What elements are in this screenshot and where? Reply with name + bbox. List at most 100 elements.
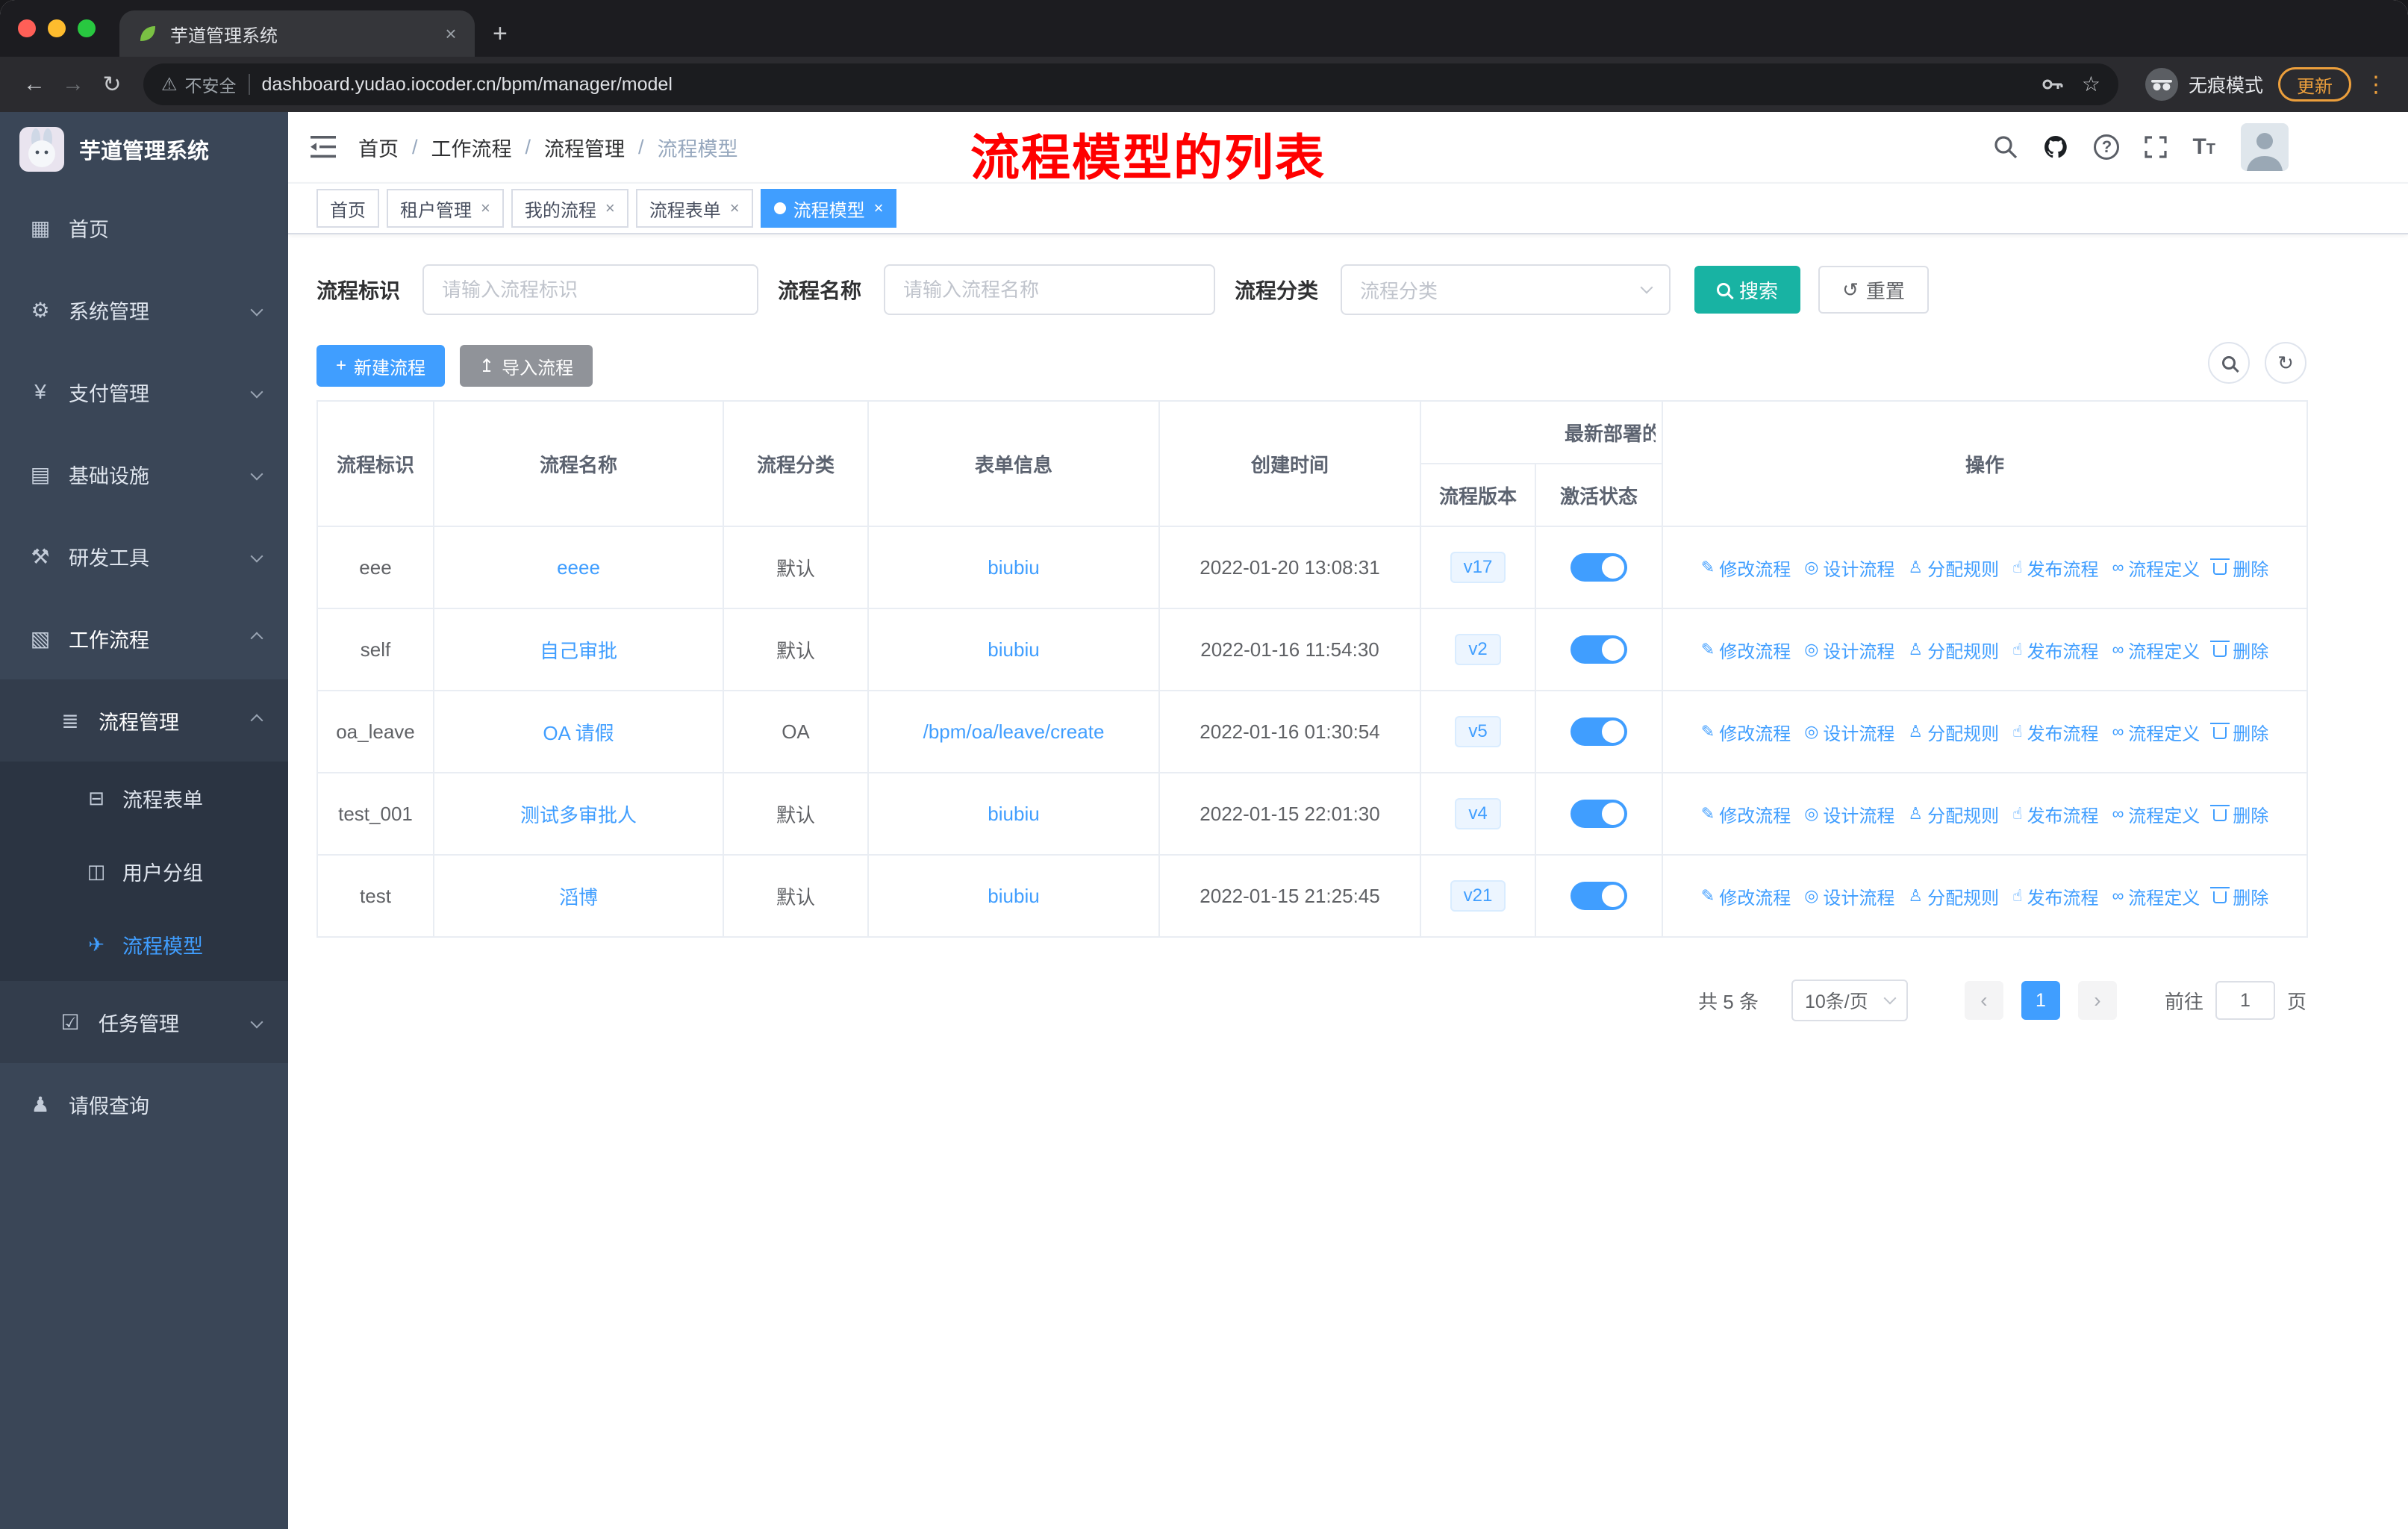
edit-process-link[interactable]: ✎ 修改流程 bbox=[1701, 637, 1791, 663]
publish-process-link[interactable]: ☝ 发布流程 bbox=[2012, 719, 2098, 745]
back-icon[interactable]: ← bbox=[15, 65, 54, 104]
browser-menu-icon[interactable]: ⋮ bbox=[2365, 72, 2387, 98]
delete-process-link[interactable]: 删除 bbox=[2210, 719, 2268, 745]
sidebar-item-system-mgmt[interactable]: ⚙ 系统管理 bbox=[0, 269, 288, 351]
key-icon[interactable] bbox=[2040, 72, 2064, 96]
goto-page-input[interactable] bbox=[2215, 981, 2275, 1020]
form-info-link[interactable]: /bpm/oa/leave/create bbox=[923, 720, 1105, 743]
search-button[interactable]: 搜索 bbox=[1694, 266, 1801, 314]
process-definition-link[interactable]: ∞ 流程定义 bbox=[2112, 555, 2200, 581]
github-icon[interactable] bbox=[2043, 134, 2068, 160]
fullscreen-icon[interactable] bbox=[2145, 136, 2168, 158]
bookmark-star-icon[interactable]: ☆ bbox=[2082, 74, 2100, 95]
assign-rule-link[interactable]: ♙ 分配规则 bbox=[1908, 719, 1999, 745]
active-toggle[interactable] bbox=[1570, 800, 1627, 828]
publish-process-link[interactable]: ☝ 发布流程 bbox=[2012, 801, 2098, 827]
sidebar-item-dev-tools[interactable]: ⚒ 研发工具 bbox=[0, 515, 288, 597]
process-category-select[interactable]: 流程分类 bbox=[1341, 264, 1671, 315]
active-toggle[interactable] bbox=[1570, 717, 1627, 746]
active-toggle[interactable] bbox=[1570, 882, 1627, 910]
process-name-link[interactable]: 自己审批 bbox=[540, 640, 617, 662]
breadcrumb-process-mgmt[interactable]: 流程管理 bbox=[544, 133, 625, 162]
tag-close-icon[interactable]: × bbox=[730, 199, 740, 218]
forward-icon[interactable]: → bbox=[54, 65, 93, 104]
window-close-button[interactable] bbox=[18, 19, 36, 37]
edit-process-link[interactable]: ✎ 修改流程 bbox=[1701, 883, 1791, 909]
tag-close-icon[interactable]: × bbox=[874, 199, 884, 218]
process-definition-link[interactable]: ∞ 流程定义 bbox=[2112, 883, 2200, 909]
sidebar-item-home[interactable]: ▦ 首页 bbox=[0, 187, 288, 269]
tag-my-process[interactable]: 我的流程 × bbox=[511, 189, 628, 228]
user-avatar[interactable] bbox=[2241, 123, 2289, 171]
process-name-link[interactable]: 滔博 bbox=[559, 886, 598, 909]
publish-process-link[interactable]: ☝ 发布流程 bbox=[2012, 555, 2098, 581]
help-icon[interactable]: ? bbox=[2094, 134, 2120, 160]
design-process-link[interactable]: ◎ 设计流程 bbox=[1804, 801, 1894, 827]
sidebar-item-workflow[interactable]: ▧ 工作流程 bbox=[0, 597, 288, 679]
publish-process-link[interactable]: ☝ 发布流程 bbox=[2012, 883, 2098, 909]
edit-process-link[interactable]: ✎ 修改流程 bbox=[1701, 801, 1791, 827]
sidebar-item-payment-mgmt[interactable]: ¥ 支付管理 bbox=[0, 351, 288, 433]
tag-close-icon[interactable]: × bbox=[481, 199, 490, 218]
sidebar-item-process-model[interactable]: ✈ 流程模型 bbox=[0, 908, 288, 981]
assign-rule-link[interactable]: ♙ 分配规则 bbox=[1908, 801, 1999, 827]
edit-process-link[interactable]: ✎ 修改流程 bbox=[1701, 719, 1791, 745]
tab-close-icon[interactable]: × bbox=[439, 22, 463, 46]
sidebar-item-task-mgmt[interactable]: ☑ 任务管理 bbox=[0, 981, 288, 1063]
window-minimize-button[interactable] bbox=[48, 19, 66, 37]
reload-icon[interactable]: ↻ bbox=[93, 65, 131, 104]
sidebar-toggle-icon[interactable] bbox=[311, 136, 336, 158]
process-name-link[interactable]: 测试多审批人 bbox=[520, 804, 637, 826]
window-zoom-button[interactable] bbox=[78, 19, 96, 37]
sidebar-item-infrastructure[interactable]: ▤ 基础设施 bbox=[0, 433, 288, 515]
delete-process-link[interactable]: 删除 bbox=[2210, 637, 2268, 663]
search-icon[interactable] bbox=[1994, 135, 2018, 159]
next-page-button[interactable]: › bbox=[2077, 981, 2117, 1020]
form-info-link[interactable]: biubiu bbox=[988, 556, 1039, 579]
page-size-select[interactable]: 10条/页 bbox=[1791, 980, 1908, 1021]
process-name-link[interactable]: OA 请假 bbox=[543, 722, 614, 744]
tag-close-icon[interactable]: × bbox=[605, 199, 615, 218]
process-definition-link[interactable]: ∞ 流程定义 bbox=[2112, 637, 2200, 663]
process-definition-link[interactable]: ∞ 流程定义 bbox=[2112, 719, 2200, 745]
active-toggle[interactable] bbox=[1570, 635, 1627, 664]
tag-tenant-mgmt[interactable]: 租户管理 × bbox=[387, 189, 504, 228]
design-process-link[interactable]: ◎ 设计流程 bbox=[1804, 883, 1894, 909]
sidebar-item-user-group[interactable]: ◫ 用户分组 bbox=[0, 835, 288, 908]
prev-page-button[interactable]: ‹ bbox=[1964, 981, 2003, 1020]
sidebar-item-leave-query[interactable]: ♟ 请假查询 bbox=[0, 1063, 288, 1145]
active-toggle[interactable] bbox=[1570, 553, 1627, 582]
assign-rule-link[interactable]: ♙ 分配规则 bbox=[1908, 555, 1999, 581]
process-definition-link[interactable]: ∞ 流程定义 bbox=[2112, 801, 2200, 827]
publish-process-link[interactable]: ☝ 发布流程 bbox=[2012, 637, 2098, 663]
tag-process-form[interactable]: 流程表单 × bbox=[635, 189, 753, 228]
new-tab-button[interactable]: + bbox=[493, 21, 508, 46]
design-process-link[interactable]: ◎ 设计流程 bbox=[1804, 719, 1894, 745]
process-name-input[interactable] bbox=[884, 264, 1216, 315]
design-process-link[interactable]: ◎ 设计流程 bbox=[1804, 555, 1894, 581]
delete-process-link[interactable]: 删除 bbox=[2210, 883, 2268, 909]
sidebar-item-process-form[interactable]: ⊟ 流程表单 bbox=[0, 762, 288, 835]
browser-tab[interactable]: 芋道管理系统 × bbox=[119, 10, 475, 57]
breadcrumb-workflow[interactable]: 工作流程 bbox=[431, 133, 512, 162]
reset-button[interactable]: ↺ 重置 bbox=[1818, 266, 1929, 314]
form-info-link[interactable]: biubiu bbox=[988, 638, 1039, 661]
design-process-link[interactable]: ◎ 设计流程 bbox=[1804, 637, 1894, 663]
address-bar[interactable]: ⚠ 不安全 dashboard.yudao.iocoder.cn/bpm/man… bbox=[143, 63, 2118, 105]
edit-process-link[interactable]: ✎ 修改流程 bbox=[1701, 555, 1791, 581]
update-button[interactable]: 更新 bbox=[2278, 67, 2351, 102]
tag-home[interactable]: 首页 bbox=[316, 189, 379, 228]
page-1-button[interactable]: 1 bbox=[2021, 981, 2060, 1020]
process-name-link[interactable]: eeee bbox=[557, 556, 600, 579]
sidebar-item-process-mgmt[interactable]: ≣ 流程管理 bbox=[0, 679, 288, 762]
form-info-link[interactable]: biubiu bbox=[988, 885, 1039, 907]
toggle-search-button[interactable] bbox=[2208, 342, 2250, 384]
create-process-button[interactable]: + 新建流程 bbox=[316, 345, 446, 387]
breadcrumb-home[interactable]: 首页 bbox=[358, 133, 399, 162]
import-process-button[interactable]: ↥ 导入流程 bbox=[460, 345, 593, 387]
assign-rule-link[interactable]: ♙ 分配规则 bbox=[1908, 637, 1999, 663]
tag-process-model[interactable]: 流程模型 × bbox=[760, 189, 897, 228]
security-status[interactable]: ⚠ 不安全 bbox=[161, 72, 237, 97]
process-id-input[interactable] bbox=[422, 264, 759, 315]
refresh-button[interactable]: ↻ bbox=[2265, 342, 2306, 384]
